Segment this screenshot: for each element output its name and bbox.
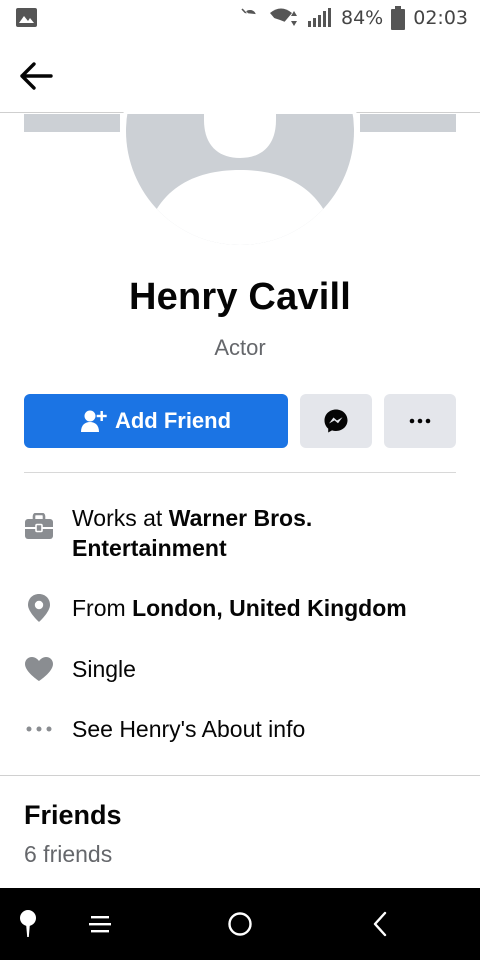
menu-button[interactable] <box>80 888 120 960</box>
divider <box>24 472 456 473</box>
add-friend-icon <box>80 410 107 432</box>
info-row-work: Works at Warner Bros. Entertainment <box>24 503 456 563</box>
assistant-icon <box>20 910 36 937</box>
work-prefix: Works at <box>72 505 169 531</box>
work-text: Works at Warner Bros. Entertainment <box>72 503 456 563</box>
location-text: From London, United Kingdom <box>72 593 407 623</box>
cover-photo-left <box>24 114 120 132</box>
relationship-text: Single <box>72 656 136 682</box>
cover-photo-right <box>360 114 456 132</box>
section-divider <box>0 775 480 776</box>
location-prefix: From <box>72 595 133 621</box>
location-value[interactable]: London, United Kingdom <box>132 595 407 621</box>
info-row-relationship: Single <box>24 654 456 684</box>
messenger-icon <box>324 409 348 433</box>
menu-icon <box>89 916 111 933</box>
profile-name: Henry Cavill <box>128 276 352 318</box>
home-button[interactable] <box>218 888 262 960</box>
system-navigation-bar <box>0 888 480 960</box>
heart-icon <box>25 657 53 681</box>
add-friend-button[interactable]: Add Friend <box>24 394 288 448</box>
more-options-button[interactable] <box>384 394 456 448</box>
location-pin-icon <box>28 594 50 622</box>
dots-icon <box>26 726 52 732</box>
battery-icon <box>391 6 406 30</box>
back-icon <box>373 911 387 937</box>
assistant-button[interactable] <box>10 888 46 960</box>
friends-count[interactable]: 6 friends <box>24 841 112 868</box>
back-arrow-icon <box>20 62 53 90</box>
home-icon <box>228 912 252 936</box>
system-back-button[interactable] <box>362 888 398 960</box>
message-button[interactable] <box>300 394 372 448</box>
friends-section-title: Friends <box>24 800 122 830</box>
add-friend-label: Add Friend <box>114 408 232 433</box>
gallery-icon <box>16 8 37 27</box>
see-about-info-link[interactable]: See Henry's About info <box>24 714 456 744</box>
about-link-label: See Henry's About info <box>72 716 306 742</box>
clock: 02:03 <box>413 7 468 29</box>
profile-avatar[interactable] <box>122 0 358 248</box>
more-icon <box>409 418 431 424</box>
profile-subtitle: Actor <box>214 335 266 360</box>
back-button[interactable] <box>14 56 58 96</box>
briefcase-icon <box>25 513 53 539</box>
info-row-location: From London, United Kingdom <box>24 593 456 623</box>
